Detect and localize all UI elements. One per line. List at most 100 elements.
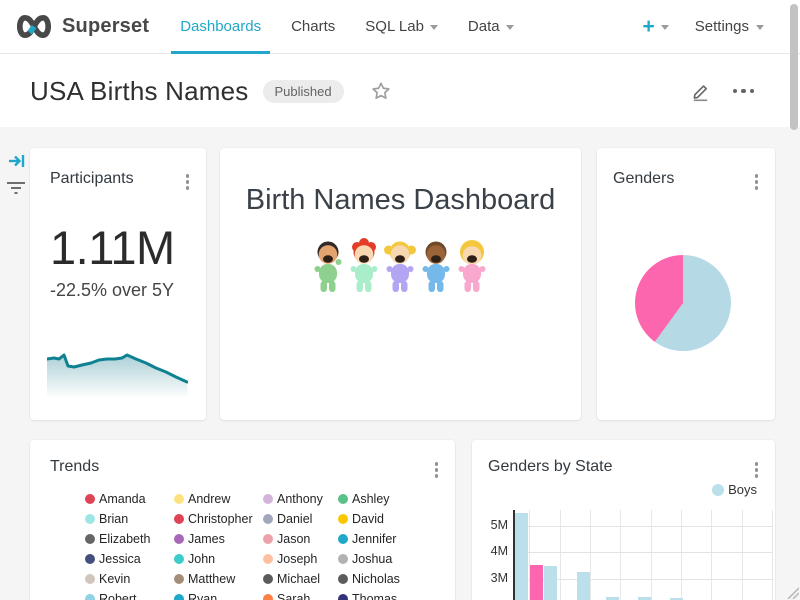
legend-item-joseph[interactable]: Joseph [263, 549, 338, 569]
genders-pie-chart [635, 255, 731, 351]
published-badge[interactable]: Published [263, 80, 344, 103]
legend-dot-icon [174, 554, 184, 564]
dashboard-title-bar: USA Births Names Published [0, 55, 800, 127]
legend-item-ashley[interactable]: Ashley [338, 489, 428, 509]
sparkline-area-chart [47, 347, 188, 397]
superset-logo[interactable]: Superset [14, 13, 149, 40]
nav-item-label: Charts [291, 18, 335, 35]
gridline [681, 510, 682, 600]
ellipsis-menu-icon[interactable] [733, 89, 755, 94]
legend-label: Jessica [99, 552, 141, 566]
chevron-down-icon [661, 25, 669, 30]
gridline [513, 552, 772, 553]
settings-label: Settings [695, 18, 749, 35]
gridline [742, 510, 743, 600]
vertical-scrollbar-thumb[interactable] [790, 4, 798, 130]
legend-item-kevin[interactable]: Kevin [85, 569, 174, 589]
nav-item-dashboards[interactable]: Dashboards [165, 0, 276, 54]
legend-dot-icon [338, 574, 348, 584]
legend-label: Nicholas [352, 572, 400, 586]
gridline [620, 510, 621, 600]
window-resize-grip-icon[interactable] [784, 584, 799, 599]
plus-icon: + [643, 16, 655, 37]
gridline [711, 510, 712, 600]
edit-pencil-icon[interactable] [690, 81, 711, 102]
legend-dot-icon [263, 494, 273, 504]
legend-dot-icon [174, 514, 184, 524]
new-item-menu[interactable]: + [643, 16, 669, 37]
gridline [560, 510, 561, 600]
superset-infinity-icon [14, 13, 54, 40]
chevron-down-icon [506, 25, 514, 30]
legend-label: Brian [99, 512, 128, 526]
legend-item-ryan[interactable]: Ryan [174, 589, 263, 600]
legend-item-thomas[interactable]: Thomas [338, 589, 428, 600]
trends-card: Trends AmandaAndrewAnthonyAshleyBrianChr… [30, 440, 455, 600]
legend-label: Andrew [188, 492, 230, 506]
legend-dot-icon [174, 594, 184, 600]
legend-item-christopher[interactable]: Christopher [174, 509, 263, 529]
legend-dot-icon [174, 534, 184, 544]
legend-label: Daniel [277, 512, 312, 526]
legend-dot-icon [85, 494, 95, 504]
gridline [513, 526, 772, 527]
y-axis-tick-label: 3M [474, 571, 508, 585]
markdown-header-card: Birth Names Dashboard [220, 148, 581, 420]
legend-item-daniel[interactable]: Daniel [263, 509, 338, 529]
expand-filter-bar-icon[interactable] [8, 153, 26, 174]
legend-label: Matthew [188, 572, 235, 586]
legend-dot-icon [85, 574, 95, 584]
legend-dot-icon [263, 534, 273, 544]
legend-item-matthew[interactable]: Matthew [174, 569, 263, 589]
legend-item-elizabeth[interactable]: Elizabeth [85, 529, 174, 549]
nav-item-charts[interactable]: Charts [276, 0, 350, 54]
genders-by-state-card: Genders by State Boys 5M4M3M [472, 440, 775, 600]
children-illustration [310, 238, 490, 296]
kebab-menu-icon[interactable] [184, 172, 192, 192]
legend-item-sarah[interactable]: Sarah [263, 589, 338, 600]
legend-item-brian[interactable]: Brian [85, 509, 174, 529]
legend-item-jason[interactable]: Jason [263, 529, 338, 549]
legend-item-john[interactable]: John [174, 549, 263, 569]
legend-label: Michael [277, 572, 320, 586]
kebab-menu-icon[interactable] [753, 172, 761, 192]
dashboard-grid: Participants 1.11M -22.5% over 5Y Birth … [0, 127, 800, 600]
legend-dot-icon [85, 514, 95, 524]
page-title: USA Births Names [30, 76, 249, 107]
filter-list-icon[interactable] [6, 181, 26, 200]
nav-item-sql-lab[interactable]: SQL Lab [350, 0, 453, 54]
legend-item-anthony[interactable]: Anthony [263, 489, 338, 509]
nav-item-label: SQL Lab [365, 18, 424, 35]
boys-bar[interactable] [544, 566, 557, 600]
girls-bar[interactable] [530, 565, 543, 600]
legend-label: Ashley [352, 492, 390, 506]
legend-dot-icon [263, 594, 273, 600]
legend-item-amanda[interactable]: Amanda [85, 489, 174, 509]
gridline [590, 510, 591, 600]
favorite-star-icon[interactable] [370, 80, 392, 102]
big-number-value: 1.11M [50, 220, 175, 275]
legend-label: Jennifer [352, 532, 396, 546]
participants-card: Participants 1.11M -22.5% over 5Y [30, 148, 206, 420]
legend-item-michael[interactable]: Michael [263, 569, 338, 589]
kebab-menu-icon[interactable] [433, 460, 441, 480]
nav-item-data[interactable]: Data [453, 0, 529, 54]
legend-item-jennifer[interactable]: Jennifer [338, 529, 428, 549]
nav-right-group: + Settings [643, 16, 786, 37]
settings-menu[interactable]: Settings [695, 18, 764, 35]
legend-item-robert[interactable]: Robert [85, 589, 174, 600]
legend-label: Anthony [277, 492, 323, 506]
legend-item-andrew[interactable]: Andrew [174, 489, 263, 509]
legend-item-joshua[interactable]: Joshua [338, 549, 428, 569]
legend-item-david[interactable]: David [338, 509, 428, 529]
nav-menu: Dashboards Charts SQL Lab Data [165, 0, 528, 54]
legend-item-jessica[interactable]: Jessica [85, 549, 174, 569]
nav-item-label: Dashboards [180, 18, 261, 35]
gridline [651, 510, 652, 600]
legend-item-nicholas[interactable]: Nicholas [338, 569, 428, 589]
legend-label: Amanda [99, 492, 146, 506]
boys-bar[interactable] [577, 572, 590, 600]
boys-bar[interactable] [515, 513, 528, 600]
brand-name: Superset [62, 15, 149, 38]
legend-item-james[interactable]: James [174, 529, 263, 549]
